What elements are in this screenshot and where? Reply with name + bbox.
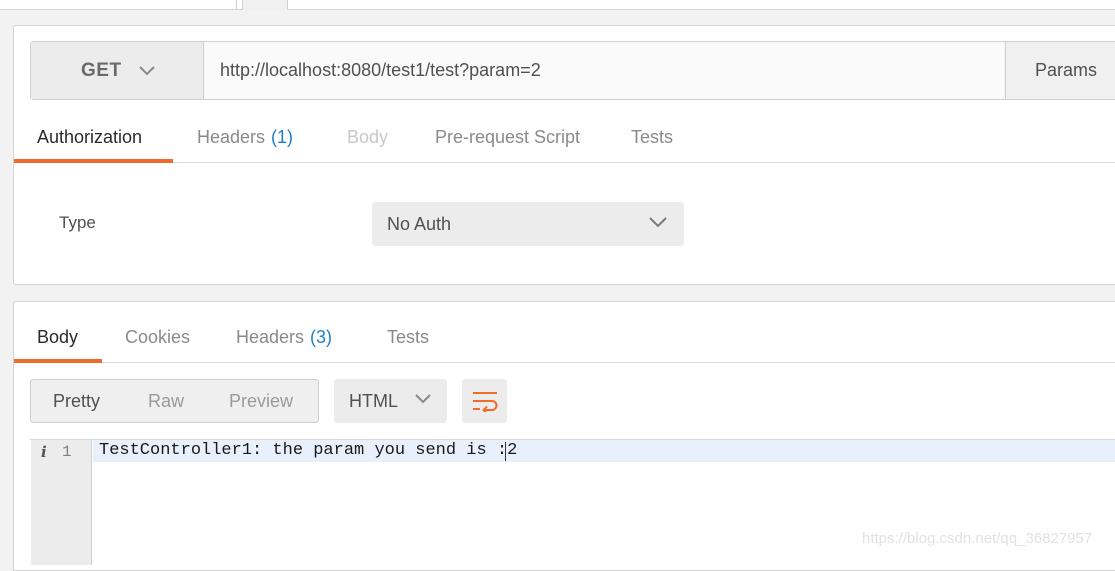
tab-body[interactable]: Body xyxy=(347,112,388,163)
wrap-lines-button[interactable] xyxy=(462,379,507,423)
active-tab-indicator xyxy=(14,359,102,363)
info-icon: i xyxy=(41,443,47,461)
tab-tests[interactable]: Tests xyxy=(631,112,673,163)
editor-gutter: i 1 xyxy=(31,440,92,565)
watermark: https://blog.csdn.net/qq_36827957 xyxy=(862,530,1093,547)
text-cursor xyxy=(505,442,506,461)
tab-cookies[interactable]: Cookies xyxy=(125,312,190,363)
method-label: GET xyxy=(81,59,122,81)
url-input[interactable]: http://localhost:8080/test1/test?param=2 xyxy=(205,42,1004,99)
view-mode-preview[interactable]: Preview xyxy=(229,380,293,422)
headers-count: (3) xyxy=(310,327,333,347)
active-tab-indicator xyxy=(14,159,173,163)
tab-response-tests[interactable]: Tests xyxy=(387,312,429,363)
tab-label: Pre-request Script xyxy=(435,127,581,147)
tab-response-body[interactable]: Body xyxy=(37,312,78,363)
headers-count: (1) xyxy=(271,127,294,147)
tab-headers[interactable]: Headers (1) xyxy=(197,112,293,163)
view-mode-pretty[interactable]: Pretty xyxy=(53,380,100,422)
top-tab-strip xyxy=(0,0,1115,10)
format-select[interactable]: HTML xyxy=(334,379,447,423)
auth-type-select[interactable]: No Auth xyxy=(372,202,684,246)
view-mode-raw[interactable]: Raw xyxy=(148,380,184,422)
chevron-down-icon xyxy=(649,217,667,228)
auth-type-value: No Auth xyxy=(387,213,452,234)
tab-label: Body xyxy=(37,327,79,347)
tab-label: Tests xyxy=(631,127,674,147)
wrap-lines-icon xyxy=(472,392,497,412)
view-mode-toggle: Pretty Raw Preview xyxy=(30,379,319,423)
tab-label: Headers xyxy=(236,327,305,347)
chevron-down-icon xyxy=(138,65,155,75)
request-tabs: Authorization Headers (1) Body Pre-reque… xyxy=(14,112,1115,163)
chevron-down-icon xyxy=(415,394,431,404)
auth-type-label: Type xyxy=(59,213,96,232)
method-dropdown[interactable]: GET xyxy=(31,42,204,99)
line-number: 1 xyxy=(62,443,72,461)
tab-label: Tests xyxy=(387,327,430,347)
tab-pre-request-script[interactable]: Pre-request Script xyxy=(435,112,580,163)
new-tab-button[interactable] xyxy=(242,0,288,10)
request-tab[interactable] xyxy=(0,0,237,10)
tab-label: Cookies xyxy=(125,327,191,347)
response-body-text: TestController1: the param you send is :… xyxy=(99,441,518,460)
params-button[interactable]: Params xyxy=(1005,42,1115,99)
tab-label: Authorization xyxy=(37,127,143,147)
tab-label: Headers xyxy=(197,127,266,147)
response-tabs: Body Cookies Headers (3) Tests xyxy=(14,312,1115,363)
tab-response-headers[interactable]: Headers (3) xyxy=(236,312,332,363)
format-value: HTML xyxy=(349,390,398,411)
tab-label: Body xyxy=(347,127,389,147)
tab-authorization[interactable]: Authorization xyxy=(37,112,142,163)
